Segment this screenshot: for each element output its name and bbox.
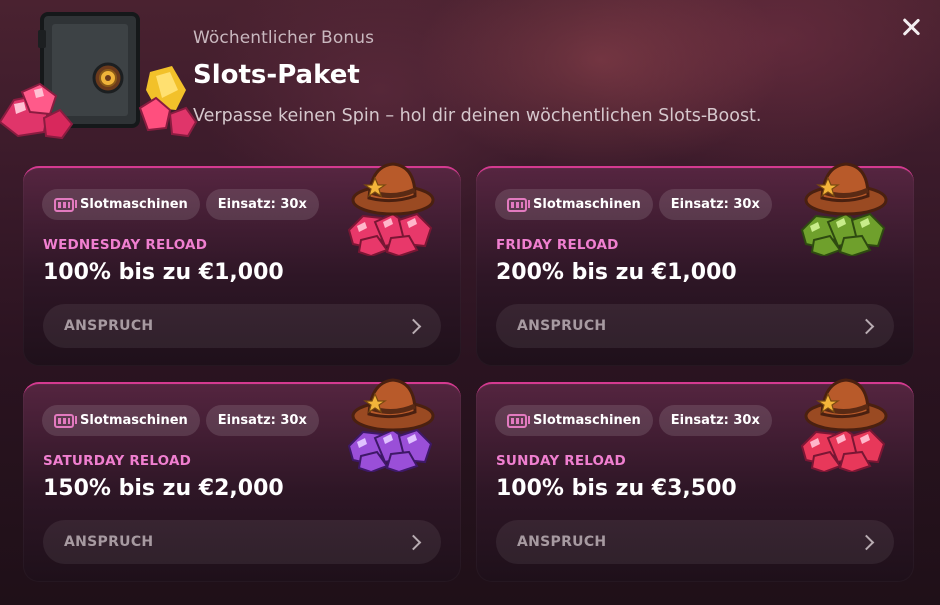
tag-wager: Einsatz: 30x bbox=[658, 405, 772, 436]
claim-button[interactable]: ANSPRUCH bbox=[43, 520, 441, 564]
tag-game-label: Slotmaschinen bbox=[533, 413, 641, 428]
reload-name: FRIDAY RELOAD bbox=[496, 237, 619, 253]
reload-name: WEDNESDAY RELOAD bbox=[43, 237, 208, 253]
bonus-card-friday: Slotmaschinen Einsatz: 30x FRIDAY RELOAD… bbox=[476, 162, 914, 366]
claim-button[interactable]: ANSPRUCH bbox=[496, 520, 894, 564]
tag-wager: Einsatz: 30x bbox=[205, 189, 319, 220]
slot-machine-icon bbox=[54, 413, 77, 428]
bonus-card-saturday: Slotmaschinen Einsatz: 30x SATURDAY RELO… bbox=[23, 378, 461, 582]
card-tags: Slotmaschinen Einsatz: 30x bbox=[42, 189, 319, 220]
offer-amount: 200% bis zu €1,000 bbox=[496, 260, 737, 285]
offer-amount: 100% bis zu €1,000 bbox=[43, 260, 284, 285]
tag-game-label: Slotmaschinen bbox=[80, 413, 188, 428]
tag-wager: Einsatz: 30x bbox=[205, 405, 319, 436]
safe-with-gems-icon bbox=[0, 12, 198, 140]
page-subtitle: Verpasse keinen Spin – hol dir deinen wö… bbox=[193, 106, 762, 126]
tag-slot-machines: Slotmaschinen bbox=[495, 405, 653, 436]
cowboy-hat-emerald-gems-icon bbox=[800, 162, 888, 256]
tag-wager: Einsatz: 30x bbox=[658, 189, 772, 220]
slot-machine-icon bbox=[507, 197, 530, 212]
chevron-right-icon bbox=[405, 318, 422, 334]
chevron-right-icon bbox=[858, 534, 875, 550]
tag-game-label: Slotmaschinen bbox=[533, 197, 641, 212]
claim-button[interactable]: ANSPRUCH bbox=[43, 304, 441, 348]
claim-label: ANSPRUCH bbox=[517, 534, 607, 550]
claim-label: ANSPRUCH bbox=[64, 534, 154, 550]
claim-label: ANSPRUCH bbox=[517, 318, 607, 334]
card-tags: Slotmaschinen Einsatz: 30x bbox=[495, 189, 772, 220]
page-title: Slots-Paket bbox=[193, 60, 360, 90]
reload-name: SUNDAY RELOAD bbox=[496, 453, 626, 469]
weekly-bonus-modal: Wöchentlicher Bonus Slots-Paket Verpasse… bbox=[0, 0, 940, 605]
card-tags: Slotmaschinen Einsatz: 30x bbox=[495, 405, 772, 436]
chevron-right-icon bbox=[405, 534, 422, 550]
tag-slot-machines: Slotmaschinen bbox=[42, 405, 200, 436]
close-button[interactable] bbox=[898, 14, 924, 40]
reload-name: SATURDAY RELOAD bbox=[43, 453, 192, 469]
claim-button[interactable]: ANSPRUCH bbox=[496, 304, 894, 348]
bonus-card-wednesday: Slotmaschinen Einsatz: 30x WEDNESDAY REL… bbox=[23, 162, 461, 366]
slot-machine-icon bbox=[507, 413, 530, 428]
slot-machine-icon bbox=[54, 197, 77, 212]
tag-slot-machines: Slotmaschinen bbox=[495, 189, 653, 220]
cowboy-hat-amethyst-gems-icon bbox=[347, 378, 435, 472]
offer-amount: 150% bis zu €2,000 bbox=[43, 476, 284, 501]
eyebrow-label: Wöchentlicher Bonus bbox=[193, 28, 375, 48]
card-tags: Slotmaschinen Einsatz: 30x bbox=[42, 405, 319, 436]
offer-amount: 100% bis zu €3,500 bbox=[496, 476, 737, 501]
cowboy-hat-ruby-gems-icon bbox=[800, 378, 888, 472]
chevron-right-icon bbox=[858, 318, 875, 334]
tag-game-label: Slotmaschinen bbox=[80, 197, 188, 212]
claim-label: ANSPRUCH bbox=[64, 318, 154, 334]
bonus-card-sunday: Slotmaschinen Einsatz: 30x SUNDAY RELOAD… bbox=[476, 378, 914, 582]
tag-slot-machines: Slotmaschinen bbox=[42, 189, 200, 220]
cowboy-hat-ruby-gems-icon bbox=[347, 162, 435, 256]
